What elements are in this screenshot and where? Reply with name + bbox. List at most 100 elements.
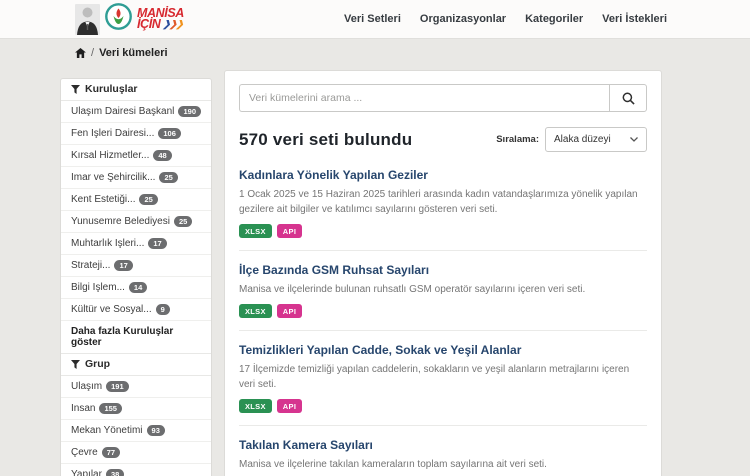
show-more-kuruluslar[interactable]: Daha fazla Kuruluşlar göster	[61, 321, 211, 354]
grup-filter-item[interactable]: İnsan 155	[61, 398, 211, 420]
count-badge: 38	[106, 469, 124, 476]
filter-label: Kent Estetiği...	[71, 194, 135, 205]
logo-wordmark: MANİSA İÇİN ❯ ❯ ❯	[137, 8, 184, 30]
count-badge: 190	[178, 106, 201, 117]
dataset-format-badges: XLSX API	[239, 304, 647, 318]
count-badge: 14	[129, 282, 147, 293]
filter-label: Bilgi İşlem...	[71, 282, 125, 293]
grup-list: Ulaşım 191 İnsan 155 Mekan Yönetimi 93 Ç…	[61, 376, 211, 476]
nav-veri-setleri[interactable]: Veri Setleri	[344, 13, 401, 25]
filter-label: Ulaşım Dairesi Başkanlığı	[71, 106, 174, 117]
sort-label: Sıralama:	[496, 134, 539, 145]
count-badge: 191	[106, 381, 129, 392]
filter-label: Çevre	[71, 447, 98, 458]
count-badge: 106	[158, 128, 181, 139]
filter-label: İmar ve Şehircilik...	[71, 172, 155, 183]
dataset-item: Kadınlara Yönelik Yapılan Geziler 1 Ocak…	[239, 168, 647, 251]
count-badge: 25	[174, 216, 192, 227]
dataset-description: 1 Ocak 2025 ve 15 Haziran 2025 tarihleri…	[239, 187, 647, 217]
dataset-format-badges: XLSX API	[239, 399, 647, 413]
grup-title: Grup	[85, 359, 110, 370]
dataset-title-link[interactable]: Kadınlara Yönelik Yapılan Geziler	[239, 168, 647, 182]
kurulus-filter-item[interactable]: İmar ve Şehircilik... 25	[61, 167, 211, 189]
dataset-item: Takılan Kamera Sayıları Manisa ve ilçele…	[239, 438, 647, 476]
grup-filter-item[interactable]: Yapılar 38	[61, 464, 211, 476]
format-badge-xlsx[interactable]: XLSX	[239, 304, 272, 318]
divider	[239, 250, 647, 251]
kurulus-filter-item[interactable]: Fen İşleri Dairesi... 106	[61, 123, 211, 145]
count-badge: 155	[99, 403, 122, 414]
kurulus-filter-item[interactable]: Muhtarlık İşleri... 17	[61, 233, 211, 255]
filter-label: Mekan Yönetimi	[71, 425, 143, 436]
count-badge: 25	[159, 172, 177, 183]
format-badge-api[interactable]: API	[277, 224, 302, 238]
search-input[interactable]	[239, 84, 609, 112]
format-badge-xlsx[interactable]: XLSX	[239, 224, 272, 238]
kurulus-filter-item[interactable]: Kent Estetiği... 25	[61, 189, 211, 211]
count-badge: 48	[153, 150, 171, 161]
home-icon[interactable]	[75, 48, 86, 58]
search-bar	[239, 84, 647, 112]
nav-veri-istekleri[interactable]: Veri İstekleri	[602, 13, 667, 25]
grup-filter-item[interactable]: Çevre 77	[61, 442, 211, 464]
dataset-title-link[interactable]: Takılan Kamera Sayıları	[239, 438, 647, 452]
search-icon	[622, 92, 635, 105]
format-badge-xlsx[interactable]: XLSX	[239, 399, 272, 413]
filter-funnel-icon	[71, 360, 80, 369]
kuruluslar-title: Kuruluşlar	[85, 84, 138, 95]
count-badge: 93	[147, 425, 165, 436]
count-badge: 25	[139, 194, 157, 205]
page-body: Kuruluşlar Ulaşım Dairesi Başkanlığı 190…	[0, 66, 750, 476]
divider	[239, 425, 647, 426]
dataset-description: 17 İlçemizde temizliği yapılan caddeleri…	[239, 362, 647, 392]
count-badge: 77	[102, 447, 120, 458]
filter-label: Fen İşleri Dairesi...	[71, 128, 154, 139]
kurulus-filter-item[interactable]: Yunusemre Belediyesi 25	[61, 211, 211, 233]
filter-label: Muhtarlık İşleri...	[71, 238, 144, 249]
kurulus-filter-item[interactable]: Bilgi İşlem... 14	[61, 277, 211, 299]
dataset-list: Kadınlara Yönelik Yapılan Geziler 1 Ocak…	[239, 168, 647, 476]
grup-section-header: Grup	[61, 354, 211, 376]
results-panel: 570 veri seti bulundu Sıralama: Alaka dü…	[224, 70, 662, 476]
grup-filter-item[interactable]: Mekan Yönetimi 93	[61, 420, 211, 442]
breadcrumb-current: Veri kümeleri	[99, 47, 168, 59]
kurulus-filter-item[interactable]: Kırsal Hizmetler... 48	[61, 145, 211, 167]
dataset-item: İlçe Bazında GSM Ruhsat Sayıları Manisa …	[239, 263, 647, 331]
filter-label: İnsan	[71, 403, 95, 414]
main-nav: Veri Setleri Organizasyonlar Kategoriler…	[344, 0, 667, 38]
kuruluslar-section-header: Kuruluşlar	[61, 79, 211, 101]
nav-organizasyonlar[interactable]: Organizasyonlar	[420, 13, 506, 25]
count-badge: 17	[114, 260, 132, 271]
results-header-row: 570 veri seti bulundu Sıralama: Alaka dü…	[239, 127, 647, 152]
kurulus-filter-item[interactable]: Strateji... 17	[61, 255, 211, 277]
kurulus-filter-item[interactable]: Kültür ve Sosyal... 9	[61, 299, 211, 321]
format-badge-api[interactable]: API	[277, 304, 302, 318]
sort-selected-value: Alaka düzeyi	[554, 134, 611, 145]
breadcrumb: / Veri kümeleri	[0, 38, 750, 66]
divider	[239, 330, 647, 331]
dataset-description: Manisa ve ilçelerinde bulunan ruhsatlı G…	[239, 282, 647, 297]
search-button[interactable]	[609, 84, 647, 112]
kurulus-filter-item[interactable]: Ulaşım Dairesi Başkanlığı 190	[61, 101, 211, 123]
dataset-format-badges: XLSX API	[239, 224, 647, 238]
municipality-emblem	[105, 3, 132, 35]
dataset-title-link[interactable]: Temizlikleri Yapılan Cadde, Sokak ve Yeş…	[239, 343, 647, 357]
filter-label: Strateji...	[71, 260, 110, 271]
filter-sidebar: Kuruluşlar Ulaşım Dairesi Başkanlığı 190…	[60, 78, 212, 476]
chevron-down-icon	[630, 137, 638, 142]
count-badge: 9	[156, 304, 170, 315]
kuruluslar-list: Ulaşım Dairesi Başkanlığı 190 Fen İşleri…	[61, 101, 211, 321]
sort-select[interactable]: Alaka düzeyi	[545, 127, 647, 152]
grup-filter-item[interactable]: Ulaşım 191	[61, 376, 211, 398]
mayor-photo	[75, 4, 100, 35]
site-logo[interactable]: MANİSA İÇİN ❯ ❯ ❯	[75, 3, 184, 35]
count-badge: 17	[148, 238, 166, 249]
logo-line2: İÇİN	[137, 19, 160, 30]
sort-control: Sıralama: Alaka düzeyi	[496, 127, 647, 152]
nav-kategoriler[interactable]: Kategoriler	[525, 13, 583, 25]
dataset-item: Temizlikleri Yapılan Cadde, Sokak ve Yeş…	[239, 343, 647, 426]
results-count-heading: 570 veri seti bulundu	[239, 130, 412, 150]
format-badge-api[interactable]: API	[277, 399, 302, 413]
filter-label: Kültür ve Sosyal...	[71, 304, 152, 315]
dataset-title-link[interactable]: İlçe Bazında GSM Ruhsat Sayıları	[239, 263, 647, 277]
